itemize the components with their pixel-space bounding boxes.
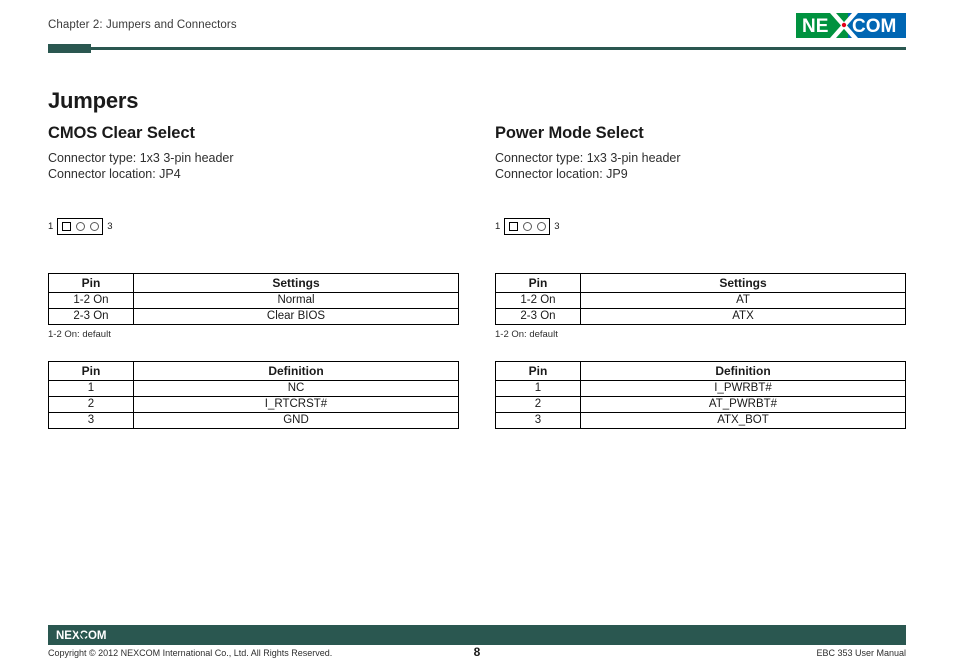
header-rule	[48, 44, 906, 53]
section-title: CMOS Clear Select	[48, 124, 195, 142]
column-header-pin: Pin	[48, 273, 134, 293]
jumper-diagram: 1 3	[495, 218, 907, 242]
jumper-start-label: 1	[495, 220, 501, 232]
column-header-pin: Pin	[495, 273, 581, 293]
cell-definition: ATX_BOT	[580, 412, 906, 429]
cell-pin: 3	[495, 412, 581, 429]
table-row: 1 NC	[48, 380, 459, 397]
table-row: 1-2 On AT	[495, 292, 906, 309]
jumper-start-label: 1	[48, 220, 54, 232]
cell-pin: 2	[495, 396, 581, 413]
settings-table: Pin Settings 1-2 On Normal 2-3 On Clear …	[48, 273, 459, 325]
svg-text:NE: NE	[802, 16, 828, 37]
cell-pin: 2-3 On	[495, 308, 581, 325]
footer-decoration-blocks	[884, 625, 908, 647]
chapter-header: Chapter 2: Jumpers and Connectors	[48, 19, 237, 31]
table-header-row: Pin Settings	[48, 273, 459, 293]
page-number: 8	[473, 645, 481, 659]
section-power-mode-select: Power Mode Select Connector type: 1x3 3-…	[495, 124, 907, 429]
pin-2-circle-icon	[522, 222, 532, 231]
cell-setting: Clear BIOS	[133, 308, 459, 325]
cell-pin: 3	[48, 412, 134, 429]
column-header-pin: Pin	[48, 361, 134, 381]
connector-location: Connector location: JP4	[48, 167, 181, 181]
column-header-definition: Definition	[580, 361, 906, 381]
cell-pin: 1	[48, 380, 134, 397]
pin-2-circle-icon	[75, 222, 85, 231]
settings-table-note: 1-2 On: default	[495, 329, 558, 340]
jumper-header-box	[504, 218, 551, 235]
settings-table: Pin Settings 1-2 On AT 2-3 On ATX	[495, 273, 906, 325]
connector-type: Connector type: 1x3 3-pin header	[48, 151, 234, 165]
decoration-block-large	[884, 625, 897, 638]
table-header-row: Pin Settings	[495, 273, 906, 293]
header-rule-line	[91, 47, 906, 50]
header-rule-block	[48, 44, 91, 53]
table-row: 2-3 On ATX	[495, 308, 906, 325]
pin-3-circle-icon	[89, 222, 99, 231]
decoration-block-top-right	[898, 625, 906, 632]
manual-name: EBC 353 User Manual	[816, 648, 906, 658]
definition-table: Pin Definition 1 NC 2 I_RTCRST# 3 GND	[48, 361, 459, 429]
cell-definition: I_PWRBT#	[580, 380, 906, 397]
column-header-pin: Pin	[495, 361, 581, 381]
connector-location: Connector location: JP9	[495, 167, 628, 181]
table-row: 2 AT_PWRBT#	[495, 396, 906, 413]
footer-bar: NEXCOM	[48, 625, 906, 645]
jumper-header-box	[57, 218, 104, 235]
cell-definition: I_RTCRST#	[133, 396, 459, 413]
table-header-row: Pin Definition	[48, 361, 459, 381]
settings-table-note: 1-2 On: default	[48, 329, 111, 340]
table-row: 1 I_PWRBT#	[495, 380, 906, 397]
cell-pin: 1-2 On	[495, 292, 581, 309]
definition-table: Pin Definition 1 I_PWRBT# 2 AT_PWRBT# 3 …	[495, 361, 906, 429]
column-header-definition: Definition	[133, 361, 459, 381]
cell-definition: GND	[133, 412, 459, 429]
jumper-end-label: 3	[554, 220, 560, 232]
table-row: 2 I_RTCRST#	[48, 396, 459, 413]
document-page: Chapter 2: Jumpers and Connectors NE COM…	[0, 0, 954, 672]
column-header-settings: Settings	[580, 273, 906, 293]
pin-1-square-icon	[61, 222, 71, 231]
cell-definition: NC	[133, 380, 459, 397]
jumper-diagram: 1 3	[48, 218, 460, 242]
table-row: 3 ATX_BOT	[495, 412, 906, 429]
cell-setting: ATX	[580, 308, 906, 325]
footer-nexcom-logo: NEXCOM	[56, 629, 106, 641]
table-row: 1-2 On Normal	[48, 292, 459, 309]
svg-text:COM: COM	[852, 16, 896, 37]
cell-pin: 1-2 On	[48, 292, 134, 309]
cell-definition: AT_PWRBT#	[580, 396, 906, 413]
jumper-end-label: 3	[107, 220, 113, 232]
connector-type: Connector type: 1x3 3-pin header	[495, 151, 681, 165]
table-row: 3 GND	[48, 412, 459, 429]
nexcom-logo: NE COM	[796, 13, 906, 38]
cell-pin: 2-3 On	[48, 308, 134, 325]
cell-pin: 1	[495, 380, 581, 397]
column-header-settings: Settings	[133, 273, 459, 293]
page-title: Jumpers	[48, 88, 139, 113]
table-header-row: Pin Definition	[495, 361, 906, 381]
section-cmos-clear-select: CMOS Clear Select Connector type: 1x3 3-…	[48, 124, 460, 429]
pin-1-square-icon	[508, 222, 518, 231]
pin-3-circle-icon	[536, 222, 546, 231]
decoration-block-mid	[898, 633, 906, 641]
section-title: Power Mode Select	[495, 124, 644, 142]
cell-pin: 2	[48, 396, 134, 413]
cell-setting: Normal	[133, 292, 459, 309]
table-row: 2-3 On Clear BIOS	[48, 308, 459, 325]
cell-setting: AT	[580, 292, 906, 309]
